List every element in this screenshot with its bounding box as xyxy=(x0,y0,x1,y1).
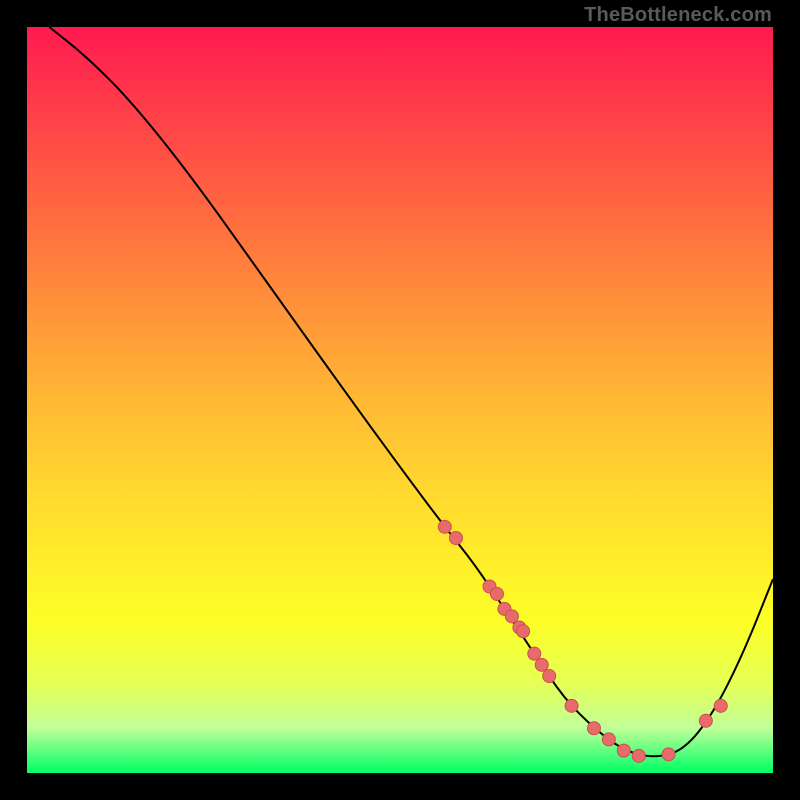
data-point xyxy=(662,748,675,761)
data-point xyxy=(438,520,451,533)
chart-svg xyxy=(27,27,773,773)
data-point xyxy=(714,699,727,712)
data-point xyxy=(528,647,541,660)
bottleneck-curve xyxy=(49,27,773,756)
data-point xyxy=(505,610,518,623)
data-point xyxy=(535,658,548,671)
data-point xyxy=(449,532,462,545)
data-point xyxy=(517,625,530,638)
data-point xyxy=(617,744,630,757)
data-point xyxy=(543,670,556,683)
data-point xyxy=(565,699,578,712)
data-point xyxy=(602,733,615,746)
dot-layer xyxy=(438,520,727,762)
data-point xyxy=(699,714,712,727)
data-point xyxy=(490,587,503,600)
data-point xyxy=(632,749,645,762)
data-point xyxy=(587,722,600,735)
watermark-text: TheBottleneck.com xyxy=(584,4,772,27)
